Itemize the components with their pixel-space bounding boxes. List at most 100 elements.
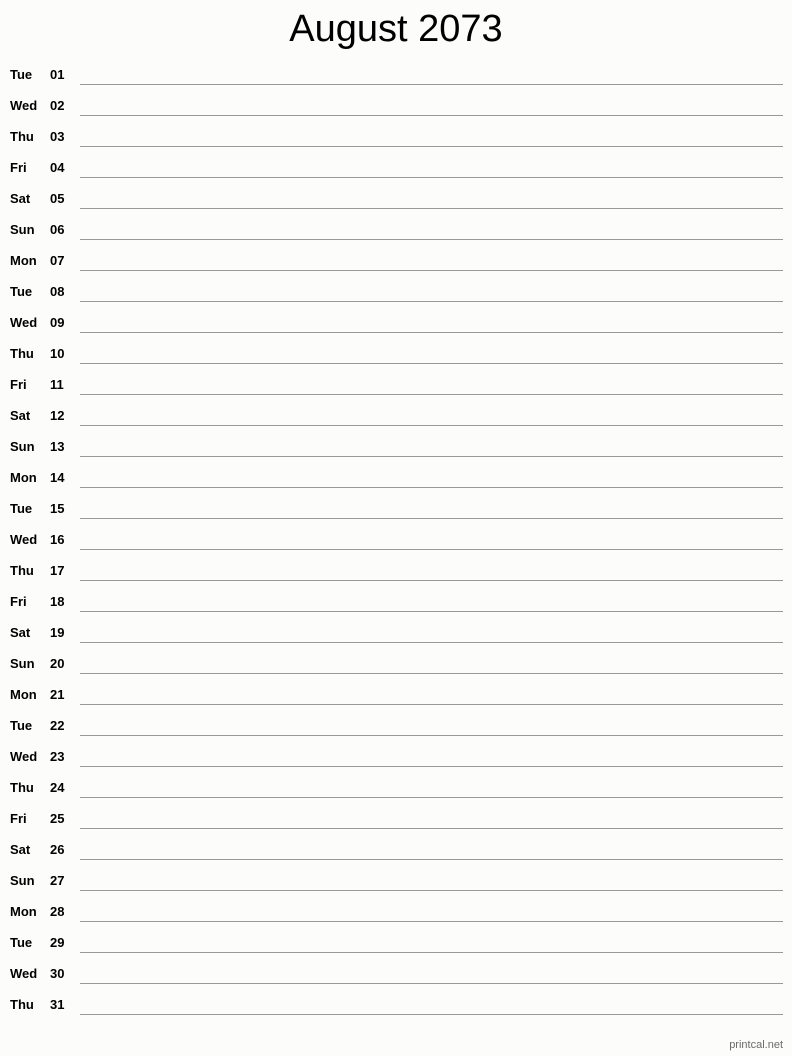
- writing-line: [80, 332, 783, 333]
- day-number: 03: [50, 129, 65, 144]
- day-number: 09: [50, 315, 65, 330]
- writing-line: [80, 518, 783, 519]
- day-of-week: Tue: [10, 67, 33, 82]
- day-number: 14: [50, 470, 65, 485]
- day-of-week: Sat: [10, 842, 31, 857]
- day-number: 11: [50, 377, 64, 392]
- day-number: 06: [50, 222, 65, 237]
- day-of-week: Sat: [10, 625, 31, 640]
- day-of-week: Thu: [10, 129, 34, 144]
- writing-line: [80, 828, 783, 829]
- day-row: Sat 05: [0, 183, 792, 214]
- page-title: August 2073: [289, 8, 503, 50]
- footer-credit: printcal.net: [729, 1039, 783, 1051]
- day-of-week: Thu: [10, 997, 34, 1012]
- writing-line: [80, 983, 783, 984]
- day-number: 27: [50, 873, 65, 888]
- writing-line: [80, 394, 783, 395]
- writing-line: [80, 642, 783, 643]
- day-number: 22: [50, 718, 65, 733]
- day-number: 12: [50, 408, 65, 423]
- day-number: 28: [50, 904, 65, 919]
- day-of-week: Fri: [10, 377, 27, 392]
- day-row: Tue 15: [0, 493, 792, 524]
- day-row: Tue 22: [0, 710, 792, 741]
- day-of-week: Sat: [10, 191, 31, 206]
- day-of-week: Tue: [10, 935, 33, 950]
- day-number: 04: [50, 160, 65, 175]
- day-row: Wed 30: [0, 958, 792, 989]
- day-of-week: Thu: [10, 563, 34, 578]
- day-number: 19: [50, 625, 65, 640]
- day-number: 23: [50, 749, 65, 764]
- day-number: 07: [50, 253, 65, 268]
- day-row: Fri 25: [0, 803, 792, 834]
- writing-line: [80, 1014, 783, 1015]
- writing-line: [80, 487, 783, 488]
- day-row: Thu 31: [0, 989, 792, 1020]
- writing-line: [80, 115, 783, 116]
- day-row: Wed 16: [0, 524, 792, 555]
- day-number: 13: [50, 439, 65, 454]
- day-of-week: Thu: [10, 346, 34, 361]
- day-row: Mon 21: [0, 679, 792, 710]
- writing-line: [80, 146, 783, 147]
- day-row: Tue 29: [0, 927, 792, 958]
- day-of-week: Tue: [10, 718, 33, 733]
- writing-line: [80, 766, 783, 767]
- day-row: Tue 01: [0, 59, 792, 90]
- day-row: Thu 17: [0, 555, 792, 586]
- writing-line: [80, 425, 783, 426]
- day-of-week: Fri: [10, 594, 27, 609]
- day-of-week: Tue: [10, 501, 33, 516]
- day-number: 01: [50, 67, 65, 82]
- day-number: 08: [50, 284, 65, 299]
- writing-line: [80, 208, 783, 209]
- writing-line: [80, 921, 783, 922]
- writing-line: [80, 363, 783, 364]
- day-number: 24: [50, 780, 65, 795]
- day-list: Tue 01 Wed 02 Thu 03 Fri 04 Sat 05 Sun 06 Mon 07 Tue 08…: [0, 59, 792, 1020]
- day-row: Thu 10: [0, 338, 792, 369]
- day-of-week: Tue: [10, 284, 33, 299]
- day-row: Sat 26: [0, 834, 792, 865]
- day-of-week: Wed: [10, 315, 38, 330]
- day-row: Wed 23: [0, 741, 792, 772]
- day-row: Fri 11: [0, 369, 792, 400]
- day-row: Mon 07: [0, 245, 792, 276]
- day-number: 15: [50, 501, 65, 516]
- day-row: Wed 02: [0, 90, 792, 121]
- day-number: 25: [50, 811, 65, 826]
- day-number: 30: [50, 966, 65, 981]
- writing-line: [80, 239, 783, 240]
- writing-line: [80, 859, 783, 860]
- day-of-week: Wed: [10, 98, 38, 113]
- writing-line: [80, 952, 783, 953]
- day-of-week: Sat: [10, 408, 31, 423]
- writing-line: [80, 270, 783, 271]
- day-number: 17: [50, 563, 65, 578]
- day-number: 21: [50, 687, 65, 702]
- day-number: 02: [50, 98, 65, 113]
- day-row: Sat 12: [0, 400, 792, 431]
- day-row: Fri 04: [0, 152, 792, 183]
- writing-line: [80, 735, 783, 736]
- writing-line: [80, 797, 783, 798]
- day-row: Tue 08: [0, 276, 792, 307]
- writing-line: [80, 704, 783, 705]
- day-row: Fri 18: [0, 586, 792, 617]
- day-number: 31: [50, 997, 65, 1012]
- day-number: 16: [50, 532, 65, 547]
- writing-line: [80, 456, 783, 457]
- day-number: 29: [50, 935, 65, 950]
- writing-line: [80, 84, 783, 85]
- day-of-week: Fri: [10, 811, 27, 826]
- day-row: Wed 09: [0, 307, 792, 338]
- writing-line: [80, 890, 783, 891]
- day-of-week: Mon: [10, 253, 37, 268]
- day-row: Sat 19: [0, 617, 792, 648]
- day-row: Sun 20: [0, 648, 792, 679]
- day-row: Mon 14: [0, 462, 792, 493]
- day-row: Thu 03: [0, 121, 792, 152]
- day-number: 26: [50, 842, 65, 857]
